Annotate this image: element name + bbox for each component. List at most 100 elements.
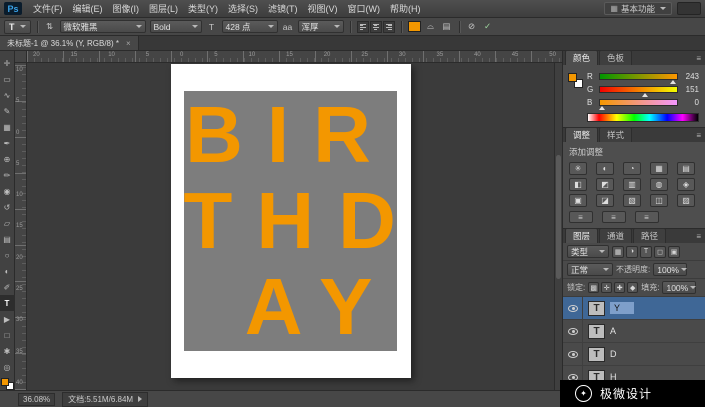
adjustment-icon[interactable]: ◫ xyxy=(650,194,668,207)
menu-item[interactable]: 帮助(H) xyxy=(385,2,426,15)
panel-menu-icon[interactable]: ≡ xyxy=(696,131,701,140)
adjustment-icon[interactable]: ▥ xyxy=(623,178,641,191)
blend-mode-select[interactable]: 正常 xyxy=(567,263,613,276)
layer-filter-select[interactable]: 类型 xyxy=(567,245,609,258)
adjustment-icon[interactable]: ▧ xyxy=(623,194,641,207)
slider-thumb[interactable] xyxy=(642,93,649,97)
warp-text-icon[interactable]: ⌓ xyxy=(425,20,437,33)
toggle-panels-icon[interactable]: ▤ xyxy=(441,20,453,33)
adjustment-icon[interactable]: ◍ xyxy=(650,178,668,191)
brush-tool[interactable]: ✏ xyxy=(0,167,15,183)
lock-icon[interactable]: ▩ xyxy=(588,282,600,293)
adjustment-icon[interactable]: ▤ xyxy=(677,162,695,175)
document-info[interactable]: 文档:5.51M/6.84M xyxy=(62,391,149,407)
adjustment-icon[interactable]: ▦ xyxy=(650,162,668,175)
panel-tab[interactable]: 图层 xyxy=(565,228,599,243)
healing-brush-tool[interactable]: ⊕ xyxy=(0,151,15,167)
channel-value[interactable]: 151 xyxy=(682,85,699,94)
dodge-tool[interactable]: ◐ xyxy=(0,263,15,279)
lock-icon[interactable]: ✛ xyxy=(601,282,613,293)
eye-cell[interactable] xyxy=(563,297,583,319)
panel-tab[interactable]: 通道 xyxy=(599,228,633,243)
text-layer-thumbnail[interactable]: T xyxy=(588,346,605,362)
history-brush-tool[interactable]: ↺ xyxy=(0,199,15,215)
slider-thumb[interactable] xyxy=(670,80,677,84)
menu-item[interactable]: 类型(Y) xyxy=(183,2,223,15)
align-center-icon[interactable] xyxy=(369,20,382,33)
text-orientation-icon[interactable]: ⇅ xyxy=(44,20,56,33)
color-spectrum-bar[interactable] xyxy=(587,113,699,122)
adjustment-icon[interactable]: ◩ xyxy=(596,178,614,191)
vertical-scrollbar[interactable] xyxy=(554,63,562,390)
adjustment-icon[interactable]: ◪ xyxy=(596,194,614,207)
align-left-icon[interactable] xyxy=(356,20,369,33)
menu-item[interactable]: 图层(L) xyxy=(144,2,183,15)
panel-tab[interactable]: 路径 xyxy=(633,228,667,243)
layer-name[interactable]: A xyxy=(610,326,616,336)
layer-name[interactable]: D xyxy=(610,349,617,359)
adjustment-list-icon[interactable]: ≡ xyxy=(569,211,593,223)
green-slider[interactable] xyxy=(599,86,678,97)
layer-name[interactable]: Y xyxy=(610,302,635,314)
document-canvas[interactable]: BIR THD AY xyxy=(170,64,411,378)
layer-row[interactable]: T A xyxy=(563,320,705,343)
layer-row[interactable]: T Y xyxy=(563,297,705,320)
gradient-tool[interactable]: ▤ xyxy=(0,231,15,247)
layer-filter-icon[interactable]: T xyxy=(640,245,652,258)
status-menu-arrow-icon[interactable] xyxy=(138,396,143,402)
blur-tool[interactable]: ○ xyxy=(0,247,15,263)
pen-tool[interactable]: ✐ xyxy=(0,279,15,295)
adjustment-list-icon[interactable]: ≡ xyxy=(602,211,626,223)
layer-filter-icon[interactable]: ▦ xyxy=(612,245,624,258)
foreground-color-swatch[interactable] xyxy=(0,378,9,386)
adjustment-icon[interactable]: ◧ xyxy=(569,178,587,191)
layer-row[interactable]: T D xyxy=(563,343,705,366)
font-style-select[interactable]: Bold xyxy=(149,20,202,33)
visibility-eye-icon[interactable] xyxy=(567,350,578,358)
font-family-select[interactable]: 微软雅黑 xyxy=(59,20,146,33)
adjustment-icon[interactable]: ◔ xyxy=(623,162,641,175)
panel-tab[interactable]: 样式 xyxy=(599,127,633,142)
eraser-tool[interactable]: ▱ xyxy=(0,215,15,231)
fill-select[interactable]: 100% xyxy=(662,281,697,294)
font-size-select[interactable]: 428 点 xyxy=(221,20,278,33)
menu-item[interactable]: 文件(F) xyxy=(28,2,68,15)
blue-slider[interactable] xyxy=(598,99,678,110)
menu-item[interactable]: 窗口(W) xyxy=(343,2,386,15)
panel-tab[interactable]: 颜色 xyxy=(565,50,599,65)
layer-filter-icon[interactable]: ◻ xyxy=(654,245,666,258)
zoom-tool[interactable]: ◎ xyxy=(0,359,15,375)
align-right-icon[interactable] xyxy=(382,20,395,33)
move-tool[interactable]: ✛ xyxy=(0,55,15,71)
type-tool[interactable]: T xyxy=(0,295,15,311)
layer-filter-icon[interactable]: ◑ xyxy=(626,245,638,258)
panel-tab[interactable]: 调整 xyxy=(565,127,599,142)
menu-item[interactable]: 滤镜(T) xyxy=(263,2,303,15)
menu-item[interactable]: 选择(S) xyxy=(223,2,263,15)
panel-menu-icon[interactable]: ≡ xyxy=(696,54,701,63)
scrollbar-thumb[interactable] xyxy=(556,154,561,279)
window-controls[interactable] xyxy=(677,2,701,15)
red-slider[interactable] xyxy=(599,73,678,84)
tool-preset-dropdown[interactable]: T xyxy=(4,19,31,34)
panel-tab[interactable]: 色板 xyxy=(599,50,633,65)
commit-edit-icon[interactable]: ✓ xyxy=(482,20,494,33)
shape-tool[interactable]: □ xyxy=(0,327,15,343)
menu-item[interactable]: 图像(I) xyxy=(108,2,145,15)
text-color-swatch[interactable] xyxy=(407,21,421,32)
hand-tool[interactable]: ✱ xyxy=(0,343,15,359)
panel-menu-icon[interactable]: ≡ xyxy=(696,232,701,241)
menu-item[interactable]: 视图(V) xyxy=(303,2,343,15)
lock-icon[interactable]: ✚ xyxy=(614,282,626,293)
mini-foreground-swatch[interactable] xyxy=(568,73,577,82)
cancel-edit-icon[interactable]: ⊘ xyxy=(466,20,478,33)
eye-cell[interactable] xyxy=(563,320,583,342)
document-tab[interactable]: 未标题-1 @ 36.1% (Y, RGB/8) * × xyxy=(0,36,139,50)
workspace-switcher[interactable]: ▦ 基本功能 xyxy=(604,2,672,15)
adjustment-icon[interactable]: ▣ xyxy=(569,194,587,207)
tab-close-icon[interactable]: × xyxy=(126,39,131,48)
adjustment-icon[interactable]: ◐ xyxy=(596,162,614,175)
adjustment-icon[interactable]: ▨ xyxy=(677,194,695,207)
lasso-tool[interactable]: ∿ xyxy=(0,87,15,103)
quick-selection-tool[interactable]: ✎ xyxy=(0,103,15,119)
